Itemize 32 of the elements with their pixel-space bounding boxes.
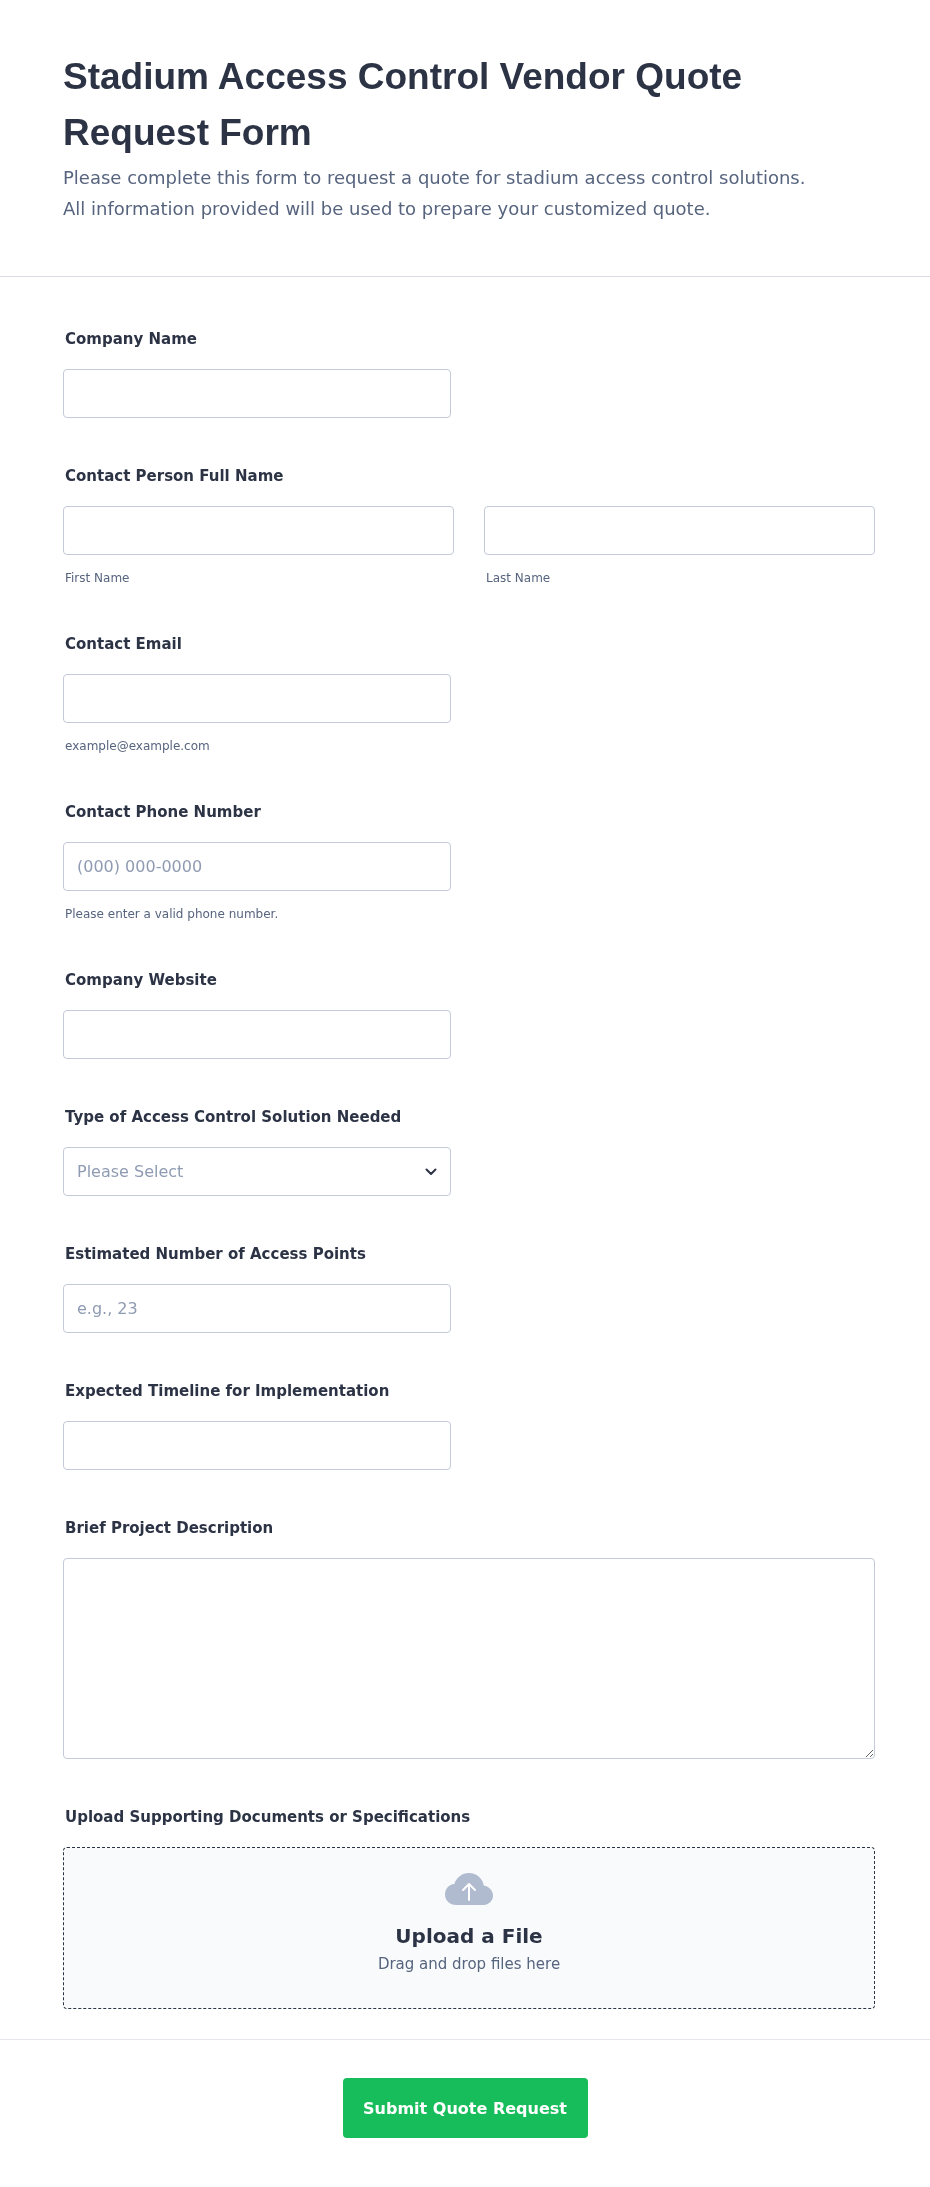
field-label: Brief Project Description (64, 1518, 274, 1538)
input-field[interactable] (63, 1010, 451, 1059)
field-hint: example@example.com (64, 738, 210, 754)
input-field[interactable]: e.g., 23 (63, 1284, 451, 1333)
submit-button[interactable]: Submit Quote Request (342, 2078, 588, 2138)
upload-hint: Drag and drop files here (377, 1954, 561, 1974)
select-field[interactable]: Please Select (63, 1147, 451, 1196)
field-label: Company Name (64, 329, 197, 349)
field-label: Upload Supporting Documents or Specifications (64, 1807, 471, 1827)
field-label: Company Website (64, 970, 217, 990)
field-label: Expected Timeline for Implementation (64, 1381, 390, 1401)
field-hint: First Name (64, 570, 130, 586)
cloud-upload-icon (445, 1873, 493, 1905)
form-title: Stadium Access Control Vendor Quote Request Form (63, 55, 744, 155)
form-description: Please complete this form to request a quote for stadium access control solutions. All information provided will be used to prepare your customized quote. (63, 166, 806, 221)
field-label: Contact Phone Number (64, 802, 261, 822)
input-field[interactable] (63, 674, 451, 723)
upload-dropzone[interactable]: Upload a File Drag and drop files here (63, 1847, 875, 2009)
upload-title: Upload a File (395, 1923, 543, 1949)
field-label: Estimated Number of Access Points (64, 1244, 366, 1264)
input-field[interactable]: (000) 000-0000 (63, 842, 451, 891)
textarea-field[interactable] (63, 1558, 875, 1759)
field-label: Contact Person Full Name (64, 466, 284, 486)
chevron-down-icon (425, 1167, 437, 1176)
field-label: Contact Email (64, 634, 182, 654)
field-hint: Please enter a valid phone number. (64, 906, 279, 922)
input-field[interactable] (63, 506, 454, 555)
field-hint: Last Name (485, 570, 551, 586)
input-field[interactable] (63, 1421, 451, 1470)
field-label: Type of Access Control Solution Needed (64, 1107, 402, 1127)
input-field[interactable] (484, 506, 875, 555)
input-field[interactable] (63, 369, 451, 418)
